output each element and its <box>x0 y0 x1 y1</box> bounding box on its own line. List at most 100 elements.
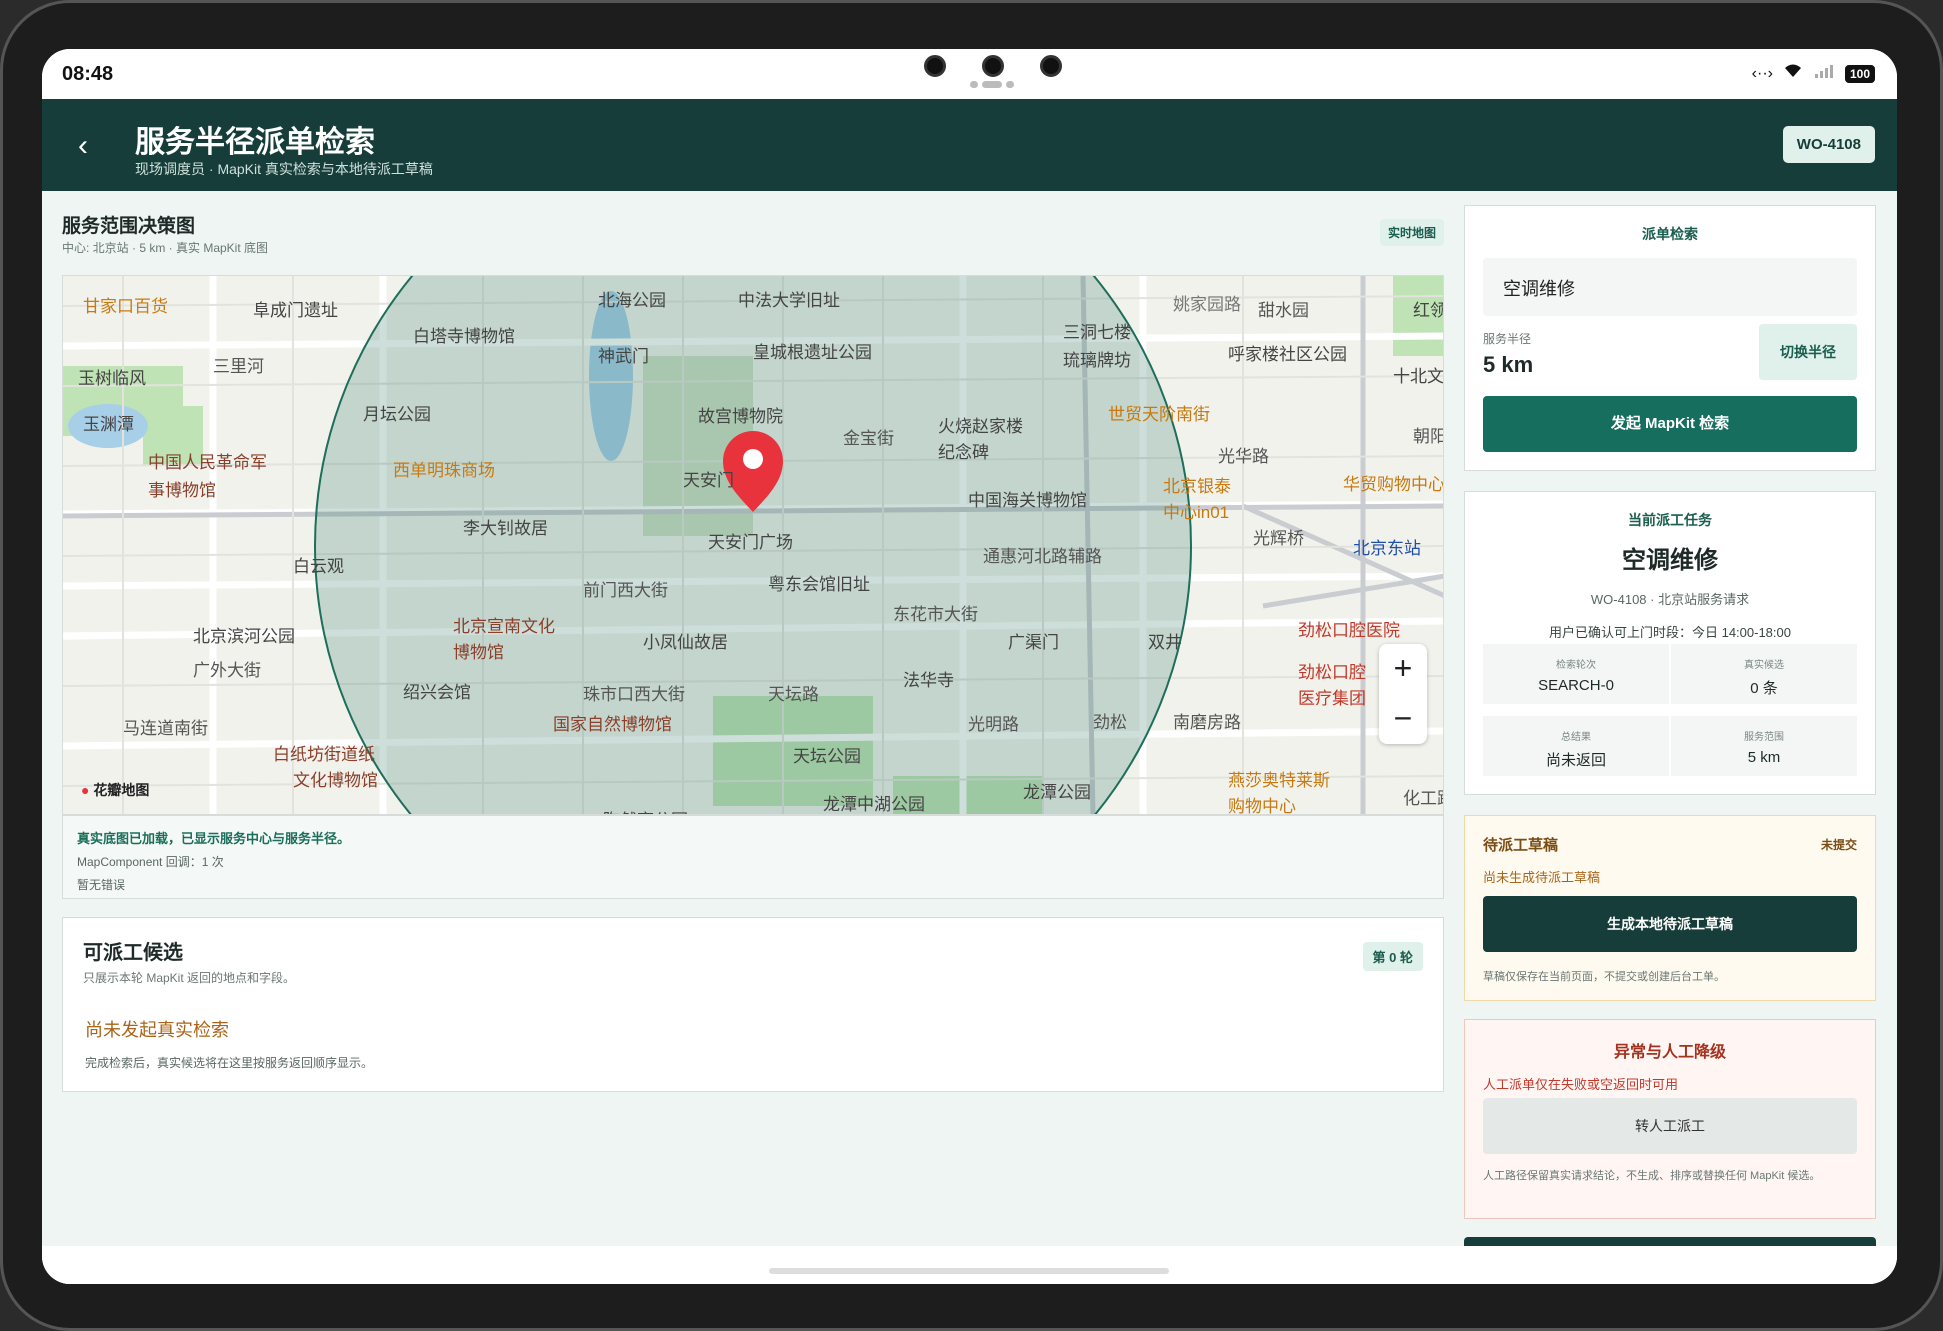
map-poi-label[interactable]: 三里河 <box>213 352 264 377</box>
map-poi-label[interactable]: 神武门 <box>598 342 649 367</box>
map-poi-label[interactable]: 甜水园 <box>1258 296 1309 321</box>
map-poi-label[interactable]: 法华寺 <box>903 666 954 691</box>
map-poi-label[interactable]: 十北文化 <box>1393 362 1443 387</box>
task-meta: WO-4108 · 北京站服务请求 <box>1590 592 1750 607</box>
candidates-title: 可派工候选 <box>83 942 183 964</box>
map-poi-label[interactable]: 世贸天阶南街 <box>1108 400 1210 425</box>
map-poi-label[interactable]: 劲松口腔 <box>1298 658 1366 683</box>
map-poi-label[interactable]: 天安门 <box>683 466 734 491</box>
map-poi-label[interactable]: 双井 <box>1148 628 1182 653</box>
map-poi-label[interactable]: 天安门广场 <box>708 528 793 553</box>
status-icons: ‹··› 100 <box>1752 63 1875 84</box>
map-poi-label[interactable]: 北京银泰 <box>1163 472 1231 497</box>
map-poi-label[interactable]: 华贸购物中心 <box>1343 470 1443 495</box>
zoom-out-button[interactable]: − <box>1379 694 1427 744</box>
round-badge: 第 0 轮 <box>1362 942 1423 971</box>
map-poi-label[interactable]: 国家自然博物馆 <box>553 710 672 735</box>
map-poi-label[interactable]: 北京宣南文化 <box>453 612 555 637</box>
map-poi-label[interactable]: 博物馆 <box>453 638 504 663</box>
map-poi-label[interactable]: 呼家楼社区公园 <box>1228 340 1347 365</box>
map-poi-label[interactable]: 中国人民革命军 <box>148 448 267 473</box>
map-poi-label[interactable]: 姚家园路 <box>1173 290 1241 315</box>
map-poi-label[interactable]: 阜成门遗址 <box>253 296 338 321</box>
map-poi-label[interactable]: 小凤仙故居 <box>643 628 728 653</box>
map-poi-label[interactable]: 东花市大街 <box>893 600 978 625</box>
map-poi-label[interactable]: 医疗集团 <box>1298 684 1366 709</box>
map-poi-label[interactable]: 天坛路 <box>768 680 819 705</box>
map-poi-label[interactable]: 南磨房路 <box>1173 708 1241 733</box>
manual-dispatch-button[interactable]: 转人工派工 <box>1483 1098 1857 1154</box>
draft-status-badge: 未提交 <box>1820 838 1857 852</box>
search-query-input[interactable]: 空调维修 <box>1483 258 1857 316</box>
map-poi-label[interactable]: 北海公园 <box>598 286 666 311</box>
zoom-in-button[interactable]: + <box>1379 644 1427 694</box>
stat-key: 服务范围 <box>1744 732 1784 743</box>
map-poi-label[interactable]: 中法大学旧址 <box>738 286 840 311</box>
map-poi-label[interactable]: 龙潭中湖公园 <box>823 790 925 814</box>
home-indicator[interactable] <box>769 1268 1169 1274</box>
map-poi-label[interactable]: 化工路 <box>1403 784 1443 809</box>
map-poi-label[interactable]: 北京东站 <box>1353 534 1421 559</box>
live-map-tag: 实时地图 <box>1379 219 1444 246</box>
map-poi-label[interactable]: 陶然亭公园 <box>603 806 688 814</box>
camera-icon <box>982 55 1004 77</box>
map-poi-label[interactable]: 红领 <box>1413 296 1443 321</box>
back-chevron-icon[interactable]: ‹ <box>78 129 88 163</box>
generate-draft-button[interactable]: 生成本地待派工草稿 <box>1483 896 1857 952</box>
map-poi-label[interactable]: 购物中心 <box>1228 792 1296 814</box>
map-poi-label[interactable]: 光华路 <box>1218 442 1269 467</box>
map-poi-label[interactable]: 绍兴会馆 <box>403 678 471 703</box>
map-poi-label[interactable]: 中国海关博物馆 <box>968 486 1087 511</box>
map-poi-label[interactable]: 西单明珠商场 <box>393 456 495 481</box>
map-poi-label[interactable]: 燕莎奥特莱斯 <box>1228 766 1330 791</box>
map-poi-label[interactable]: 前门西大街 <box>583 576 668 601</box>
map-poi-label[interactable]: 文化博物馆 <box>293 766 378 791</box>
map-poi-label[interactable]: 李大钊故居 <box>463 514 548 539</box>
map-poi-label[interactable]: 广外大街 <box>193 656 261 681</box>
map-poi-label[interactable]: 粤东会馆旧址 <box>768 570 870 595</box>
map-poi-label[interactable]: 通惠河北路辅路 <box>983 542 1102 567</box>
tablet-frame: 08:48 ‹··› 100 ‹ 服务半径派单检索 现场调度员 · MapKit… <box>0 0 1943 1331</box>
radius-label: 服务半径 <box>1483 332 1532 346</box>
map-poi-label[interactable]: 劲松口腔医院 <box>1298 616 1400 641</box>
map-poi-label[interactable]: 火烧赵家楼 <box>938 412 1023 437</box>
map-poi-label[interactable]: 玉树临风 <box>78 364 146 389</box>
signal-icon <box>1813 63 1835 84</box>
map-poi-label[interactable]: 白塔寺博物馆 <box>413 322 515 347</box>
zoom-controls: + − <box>1379 644 1427 744</box>
draft-panel: 待派工草稿 未提交 尚未生成待派工草稿 生成本地待派工草稿 草稿仅保存在当前页面… <box>1464 815 1876 1001</box>
map-poi-label[interactable]: 甘家口百货 <box>83 292 168 317</box>
map-poi-label[interactable]: 光明路 <box>968 710 1019 735</box>
task-name: 空调维修 <box>1622 547 1718 574</box>
map-poi-label[interactable]: 月坛公园 <box>363 400 431 425</box>
map-poi-label[interactable]: 劲松 <box>1093 708 1127 733</box>
map-poi-label[interactable]: 事博物馆 <box>148 476 216 501</box>
map-view[interactable]: 甘家口百货 阜成门遗址白塔寺博物馆 北海公园 中法大学旧址三洞七楼琉璃牌坊 姚家园路 甜水… <box>62 275 1444 815</box>
stat-cell: 总结果 尚未返回 <box>1483 716 1669 776</box>
map-poi-label[interactable]: 朝阳 <box>1413 422 1443 447</box>
map-poi-label[interactable]: 中心in01 <box>1163 498 1229 523</box>
work-order-badge: WO-4108 <box>1782 126 1875 163</box>
map-poi-label[interactable]: 纪念碑 <box>938 438 989 463</box>
map-poi-label[interactable]: 马连道南街 <box>123 714 208 739</box>
map-poi-label[interactable]: 北京滨河公园 <box>193 622 295 647</box>
map-poi-label[interactable]: 广渠门 <box>1008 628 1059 653</box>
map-poi-label[interactable]: 天坛公园 <box>793 742 861 767</box>
camera-cutout <box>882 51 1082 91</box>
map-poi-label[interactable]: 珠市口西大街 <box>583 680 685 705</box>
switch-radius-button[interactable]: 切换半径 <box>1759 324 1857 380</box>
map-poi-label[interactable]: 白纸坊街道纸 <box>273 740 375 765</box>
battery-icon: 100 <box>1844 64 1875 83</box>
map-poi-label[interactable]: 金宝街 <box>843 424 894 449</box>
stat-key: 总结果 <box>1561 732 1591 743</box>
manual-subtitle: 人工派单仅在失败或空返回时可用 <box>1483 1077 1679 1092</box>
map-poi-label[interactable]: 光辉桥 <box>1253 524 1304 549</box>
map-poi-label[interactable]: 琉璃牌坊 <box>1063 346 1131 371</box>
map-poi-label[interactable]: 玉渊潭 <box>83 410 134 435</box>
map-poi-label[interactable]: 三洞七楼 <box>1063 318 1131 343</box>
map-poi-label[interactable]: 故宫博物院 <box>698 402 783 427</box>
map-poi-label[interactable]: 白云观 <box>293 552 344 577</box>
map-poi-label[interactable]: 皇城根遗址公园 <box>753 338 872 363</box>
start-search-button[interactable]: 发起 MapKit 检索 <box>1483 396 1857 452</box>
map-poi-label[interactable]: 龙潭公园 <box>1023 778 1091 803</box>
